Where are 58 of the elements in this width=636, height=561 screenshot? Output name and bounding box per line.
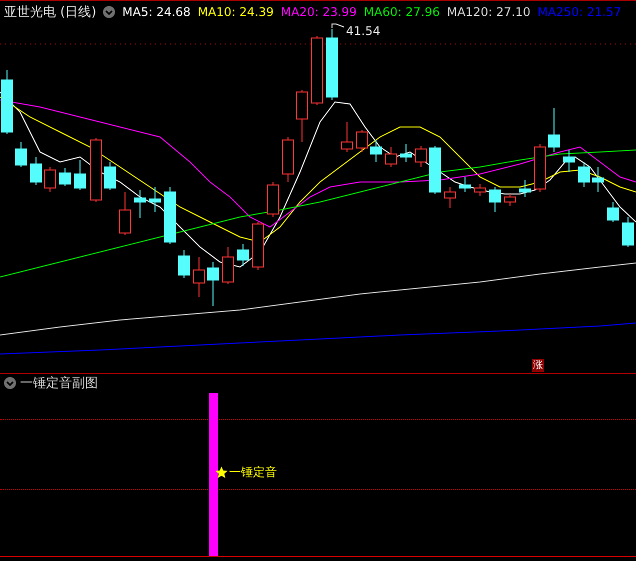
candle <box>607 202 619 222</box>
candle <box>385 146 397 168</box>
candle <box>548 108 560 152</box>
candle <box>119 192 131 236</box>
candle <box>267 182 279 218</box>
star-icon <box>215 466 228 479</box>
candle <box>30 156 42 186</box>
candle <box>59 168 71 186</box>
candle <box>341 122 353 152</box>
moving-average-value: MA5: 24.68 <box>122 4 191 18</box>
stock-title: 亚世光电 (日线) <box>4 4 96 20</box>
candle <box>296 90 308 142</box>
candle <box>104 162 116 190</box>
subchart-title: 一锤定音副图 <box>20 375 98 392</box>
candle <box>563 150 575 172</box>
dropdown-icon[interactable] <box>103 6 116 18</box>
candle <box>222 246 234 284</box>
rise-badge: 涨 <box>532 359 544 372</box>
candle <box>193 256 205 298</box>
candle <box>519 180 531 198</box>
candle <box>237 244 249 266</box>
candle <box>149 186 161 212</box>
peak-price-label: 41.54 <box>346 24 380 38</box>
candle <box>489 186 501 212</box>
peak-marker-icon <box>332 24 344 28</box>
moving-average-value: MA120: 27.10 <box>446 4 531 18</box>
candle <box>622 216 634 248</box>
candle <box>282 136 294 182</box>
candle <box>534 144 546 192</box>
candle <box>1 70 13 134</box>
candle <box>178 250 190 278</box>
candle <box>415 146 427 168</box>
candle <box>164 186 176 244</box>
candle <box>44 166 56 192</box>
candle <box>326 28 338 100</box>
moving-average-value: MA250: 21.57 <box>538 4 622 18</box>
dropdown-icon[interactable] <box>4 377 16 389</box>
signal-label: 一锤定音 <box>229 464 277 481</box>
candle <box>370 140 382 162</box>
candle <box>429 146 441 194</box>
candle <box>400 144 412 162</box>
candle <box>207 262 219 306</box>
candle <box>90 138 102 202</box>
candle <box>74 160 86 190</box>
candle <box>252 222 264 270</box>
candle <box>459 176 471 192</box>
moving-average-value: MA20: 23.99 <box>280 4 357 18</box>
candle <box>444 186 456 208</box>
candle <box>504 194 516 206</box>
moving-average-value: MA60: 27.96 <box>364 4 440 18</box>
candle <box>15 142 27 168</box>
candle <box>134 190 146 218</box>
candle <box>356 130 368 152</box>
candle <box>578 162 590 188</box>
candle <box>474 184 486 196</box>
moving-average-value: MA10: 24.39 <box>198 4 274 18</box>
candle <box>311 36 323 106</box>
candle <box>592 166 604 192</box>
